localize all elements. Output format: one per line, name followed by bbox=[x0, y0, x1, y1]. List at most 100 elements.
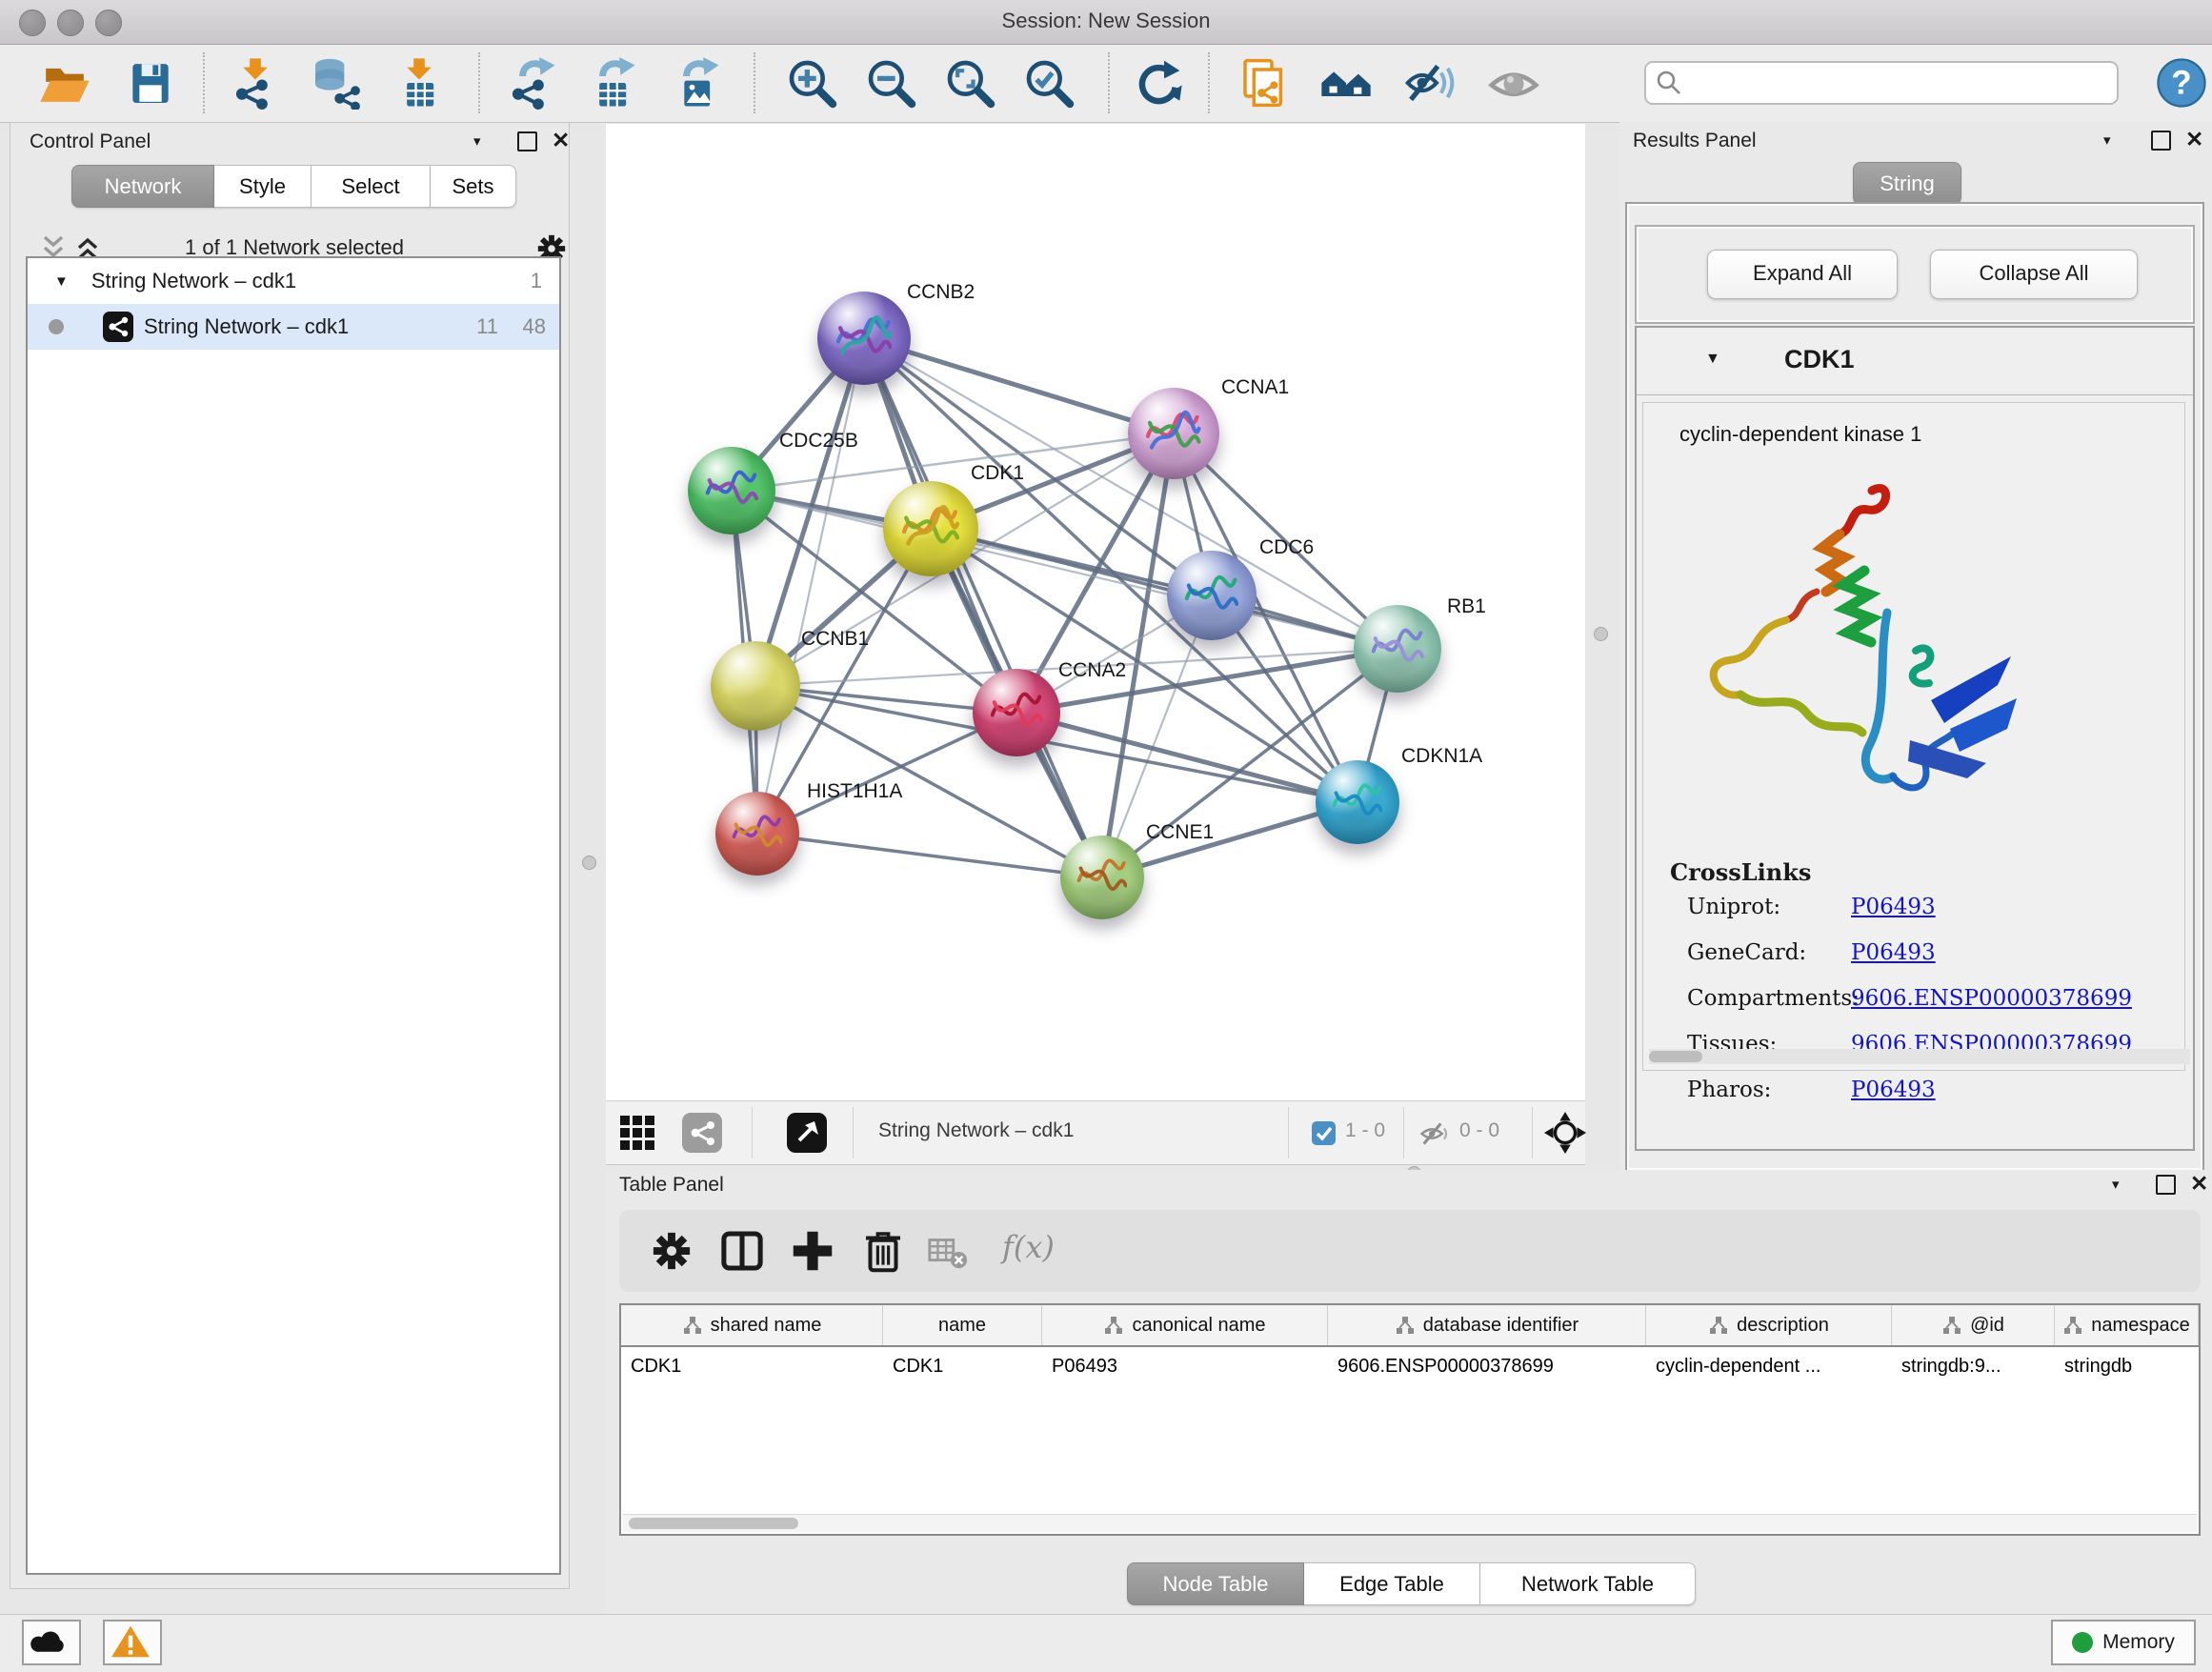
cloud-status-button[interactable] bbox=[22, 1620, 81, 1665]
results-panel-close-icon[interactable]: ✕ bbox=[2185, 129, 2203, 151]
search-input[interactable] bbox=[1644, 61, 2119, 105]
birds-eye-view-icon[interactable] bbox=[787, 1113, 827, 1153]
column-network-icon bbox=[1708, 1315, 1729, 1336]
network-tree-root-row[interactable]: ▼ String Network – cdk1 1 bbox=[28, 258, 559, 304]
results-hscrollbar[interactable] bbox=[1649, 1049, 2190, 1064]
delete-column-trash-icon[interactable] bbox=[857, 1225, 909, 1277]
zoom-in-icon[interactable] bbox=[785, 56, 838, 110]
network-node-ccna1[interactable] bbox=[1128, 388, 1219, 479]
right-splitter-handle[interactable] bbox=[1594, 627, 1608, 641]
results-panel-float-icon[interactable]: ▾ bbox=[2103, 131, 2111, 149]
control-panel-undock-icon[interactable] bbox=[517, 131, 537, 151]
selected-checkbox-icon[interactable] bbox=[1311, 1120, 1337, 1146]
column-network-icon bbox=[2062, 1315, 2083, 1336]
network-node-cdk1[interactable] bbox=[883, 481, 978, 576]
column-header-namespace[interactable]: namespace bbox=[2055, 1305, 2199, 1345]
collapse-all-button[interactable]: Collapse All bbox=[1930, 250, 2138, 299]
network-edge[interactable] bbox=[864, 338, 1174, 433]
string-compartments-icon[interactable] bbox=[1319, 56, 1373, 110]
network-node-cdc25b[interactable] bbox=[688, 447, 775, 534]
table-panel-float-icon[interactable]: ▾ bbox=[2112, 1176, 2120, 1193]
control-panel-close-icon[interactable]: ✕ bbox=[552, 130, 570, 151]
column-header--id[interactable]: @id bbox=[1892, 1305, 2055, 1345]
crosslink-value-link[interactable]: 9606.ENSP00000378699 bbox=[1851, 986, 2132, 1011]
tab-select[interactable]: Select bbox=[312, 165, 431, 208]
network-edge[interactable] bbox=[757, 338, 864, 834]
zoom-fit-icon[interactable] bbox=[943, 56, 996, 110]
control-panel-tabs: NetworkStyleSelectSets bbox=[71, 165, 516, 208]
network-view-icon[interactable] bbox=[682, 1113, 722, 1153]
show-icon[interactable] bbox=[1487, 56, 1540, 110]
gene-section-header[interactable]: ▼ CDK1 bbox=[1637, 328, 2193, 395]
crosslink-value-link[interactable]: P06493 bbox=[1851, 895, 1936, 919]
function-builder-icon[interactable]: f(x) bbox=[1002, 1229, 1055, 1265]
table-row[interactable]: CDK1CDK1P064939606.ENSP00000378699cyclin… bbox=[621, 1347, 2199, 1385]
tab-node-table[interactable]: Node Table bbox=[1127, 1562, 1304, 1605]
protein-ribbon-thumbnail bbox=[900, 500, 959, 559]
network-node-ccne1[interactable] bbox=[1060, 836, 1144, 919]
import-network-icon[interactable] bbox=[229, 56, 282, 110]
network-tree-child-row[interactable]: String Network – cdk1 11 48 bbox=[28, 304, 559, 350]
crosslink-row: Uniprot:P06493 bbox=[1687, 895, 1936, 919]
network-edge[interactable] bbox=[757, 834, 1102, 877]
tab-network[interactable]: Network bbox=[71, 165, 214, 208]
memory-button[interactable]: Memory bbox=[2051, 1620, 2196, 1665]
zoom-out-icon[interactable] bbox=[864, 56, 917, 110]
zoom-selected-icon[interactable] bbox=[1022, 56, 1076, 110]
column-header-database-identifier[interactable]: database identifier bbox=[1328, 1305, 1646, 1345]
export-table-icon[interactable] bbox=[585, 56, 638, 110]
tab-style[interactable]: Style bbox=[214, 165, 312, 208]
network-canvas[interactable]: CCNB2CCNA1CDC25BCDK1CDC6RB1CCNB1CCNA2CDK… bbox=[606, 124, 1585, 1100]
warning-status-button[interactable] bbox=[103, 1620, 162, 1665]
results-panel-undock-icon[interactable] bbox=[2151, 131, 2171, 151]
column-header-canonical-name[interactable]: canonical name bbox=[1042, 1305, 1328, 1345]
refresh-icon[interactable] bbox=[1131, 56, 1184, 110]
expand-all-button[interactable]: Expand All bbox=[1707, 250, 1898, 299]
hidden-eye-slash-icon[interactable] bbox=[1418, 1118, 1452, 1150]
column-header-description[interactable]: description bbox=[1646, 1305, 1892, 1345]
import-table-icon[interactable] bbox=[392, 56, 446, 110]
save-session-icon[interactable] bbox=[124, 56, 177, 110]
help-icon[interactable]: ? bbox=[2155, 56, 2208, 110]
export-network-icon[interactable] bbox=[505, 56, 558, 110]
network-node-cdkn1a[interactable] bbox=[1316, 760, 1399, 844]
network-edge[interactable] bbox=[931, 529, 1398, 649]
tab-string[interactable]: String bbox=[1853, 162, 1961, 205]
grid-view-icon[interactable] bbox=[618, 1114, 656, 1152]
tree-expand-arrow-icon[interactable]: ▼ bbox=[54, 273, 69, 290]
column-header-name[interactable]: name bbox=[883, 1305, 1042, 1345]
left-splitter-handle[interactable] bbox=[582, 856, 596, 870]
network-node-ccnb1[interactable] bbox=[711, 641, 800, 731]
table-hscroll-thumb[interactable] bbox=[629, 1518, 798, 1529]
table-type-tabs: Node TableEdge TableNetwork Table bbox=[1127, 1562, 1696, 1605]
string-import-icon[interactable] bbox=[1238, 56, 1292, 110]
create-column-icon[interactable] bbox=[787, 1225, 838, 1277]
hide-unhide-icon[interactable] bbox=[1403, 56, 1457, 110]
fit-selected-crosshair-icon[interactable] bbox=[1543, 1111, 1587, 1155]
results-hscroll-thumb[interactable] bbox=[1649, 1051, 1702, 1062]
open-session-icon[interactable] bbox=[38, 56, 91, 110]
table-panel-close-icon[interactable]: ✕ bbox=[2190, 1173, 2208, 1195]
table-options-gear-icon[interactable] bbox=[646, 1225, 697, 1277]
network-node-cdc6[interactable] bbox=[1167, 551, 1257, 640]
tab-network-table[interactable]: Network Table bbox=[1480, 1562, 1696, 1605]
network-node-hist1h1a[interactable] bbox=[715, 792, 799, 876]
crosslink-value-link[interactable]: P06493 bbox=[1851, 1078, 1936, 1102]
network-edge[interactable] bbox=[1016, 713, 1357, 802]
column-header-shared-name[interactable]: shared name bbox=[621, 1305, 883, 1345]
tab-sets[interactable]: Sets bbox=[431, 165, 516, 208]
crosslink-value-link[interactable]: P06493 bbox=[1851, 940, 1936, 965]
control-panel-float-icon[interactable]: ▾ bbox=[473, 132, 481, 150]
export-image-icon[interactable] bbox=[669, 56, 722, 110]
show-columns-icon[interactable] bbox=[716, 1225, 768, 1277]
table-cell: CDK1 bbox=[883, 1356, 1042, 1378]
network-node-ccnb2[interactable] bbox=[817, 292, 911, 385]
section-collapse-arrow-icon[interactable]: ▼ bbox=[1705, 351, 1720, 368]
network-node-rb1[interactable] bbox=[1354, 605, 1441, 693]
tab-edge-table[interactable]: Edge Table bbox=[1304, 1562, 1480, 1605]
delete-table-icon[interactable] bbox=[926, 1225, 970, 1277]
table-hscrollbar[interactable] bbox=[623, 1514, 2197, 1532]
import-database-icon[interactable] bbox=[309, 56, 362, 110]
network-node-ccna2[interactable] bbox=[973, 669, 1060, 756]
table-panel-undock-icon[interactable] bbox=[2156, 1175, 2176, 1195]
